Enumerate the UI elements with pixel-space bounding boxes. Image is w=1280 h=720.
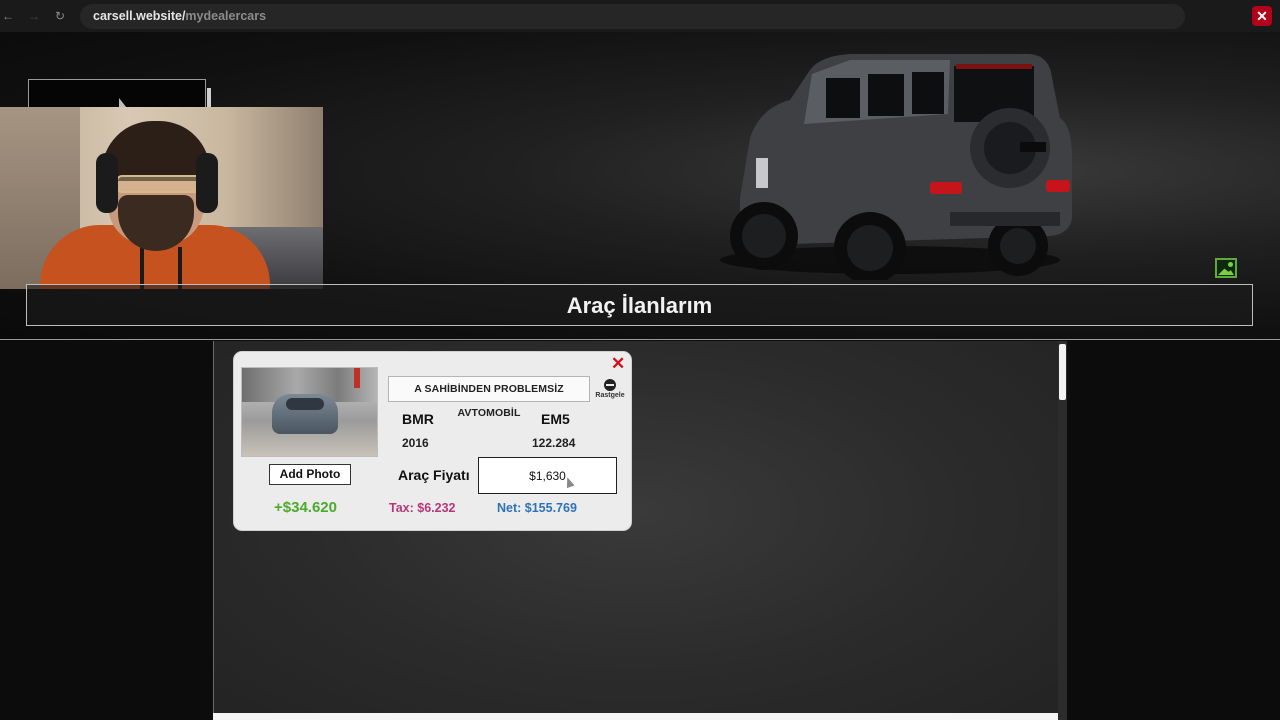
random-title-button[interactable]: Rastgele xyxy=(594,378,626,404)
listing-card: ✕ Add Photo +$34.620 A SAHİBİNDEN PROBLE… xyxy=(234,352,631,530)
webcam-hoodie-string xyxy=(140,247,144,289)
car-model: EM5 xyxy=(541,411,570,427)
car-brand: BMR xyxy=(402,411,434,427)
image-icon[interactable] xyxy=(1215,258,1237,278)
car-mileage: 122.284 xyxy=(532,436,576,450)
photo-flag xyxy=(354,368,360,388)
webcam-overlay xyxy=(0,107,323,289)
price-input[interactable] xyxy=(478,457,617,494)
webcam-hair xyxy=(102,121,210,181)
url-path: mydealercars xyxy=(185,9,267,23)
address-bar[interactable]: carsell.website/mydealercars xyxy=(80,4,1185,29)
reload-icon[interactable]: ↻ xyxy=(52,8,68,24)
webcam-hoodie-string xyxy=(178,247,182,289)
image-icon-mountain xyxy=(1218,268,1234,275)
webcam-glasses xyxy=(116,175,202,193)
browser-toolbar: ← → ↻ carsell.website/mydealercars ✕ xyxy=(0,0,1280,32)
section-divider xyxy=(0,339,1280,340)
close-icon[interactable]: ✕ xyxy=(611,355,625,373)
image-icon-sun xyxy=(1228,262,1233,267)
webcam-headset-left xyxy=(96,153,118,213)
page-title: Araç İlanlarım xyxy=(26,284,1253,326)
tax-value: Tax: $6.232 xyxy=(389,501,456,515)
webcam-headset-right xyxy=(196,153,218,213)
hero-car-image xyxy=(720,54,1072,280)
profit-value: +$34.620 xyxy=(274,499,337,516)
price-label: Araç Fiyatı xyxy=(398,467,470,483)
car-photo xyxy=(241,367,378,457)
scrollbar-thumb[interactable] xyxy=(1059,344,1066,400)
ad-title-field[interactable]: A SAHİBİNDEN PROBLEMSİZ AVTOMOBİL xyxy=(388,376,590,419)
net-value: Net: $155.769 xyxy=(497,501,577,515)
back-arrow-icon[interactable]: ← xyxy=(0,8,16,24)
panel-bottom-edge xyxy=(213,713,1058,720)
random-label: Rastgele xyxy=(595,392,625,399)
random-icon xyxy=(604,379,616,391)
photo-car xyxy=(272,394,338,434)
forward-arrow-icon[interactable]: → xyxy=(26,8,42,24)
url-host: carsell.website/ xyxy=(93,9,186,23)
close-app-button[interactable]: ✕ xyxy=(1252,6,1272,26)
add-photo-button[interactable]: Add Photo xyxy=(269,464,351,485)
car-year: 2016 xyxy=(402,436,429,450)
listings-scrollbar[interactable] xyxy=(1058,341,1067,720)
